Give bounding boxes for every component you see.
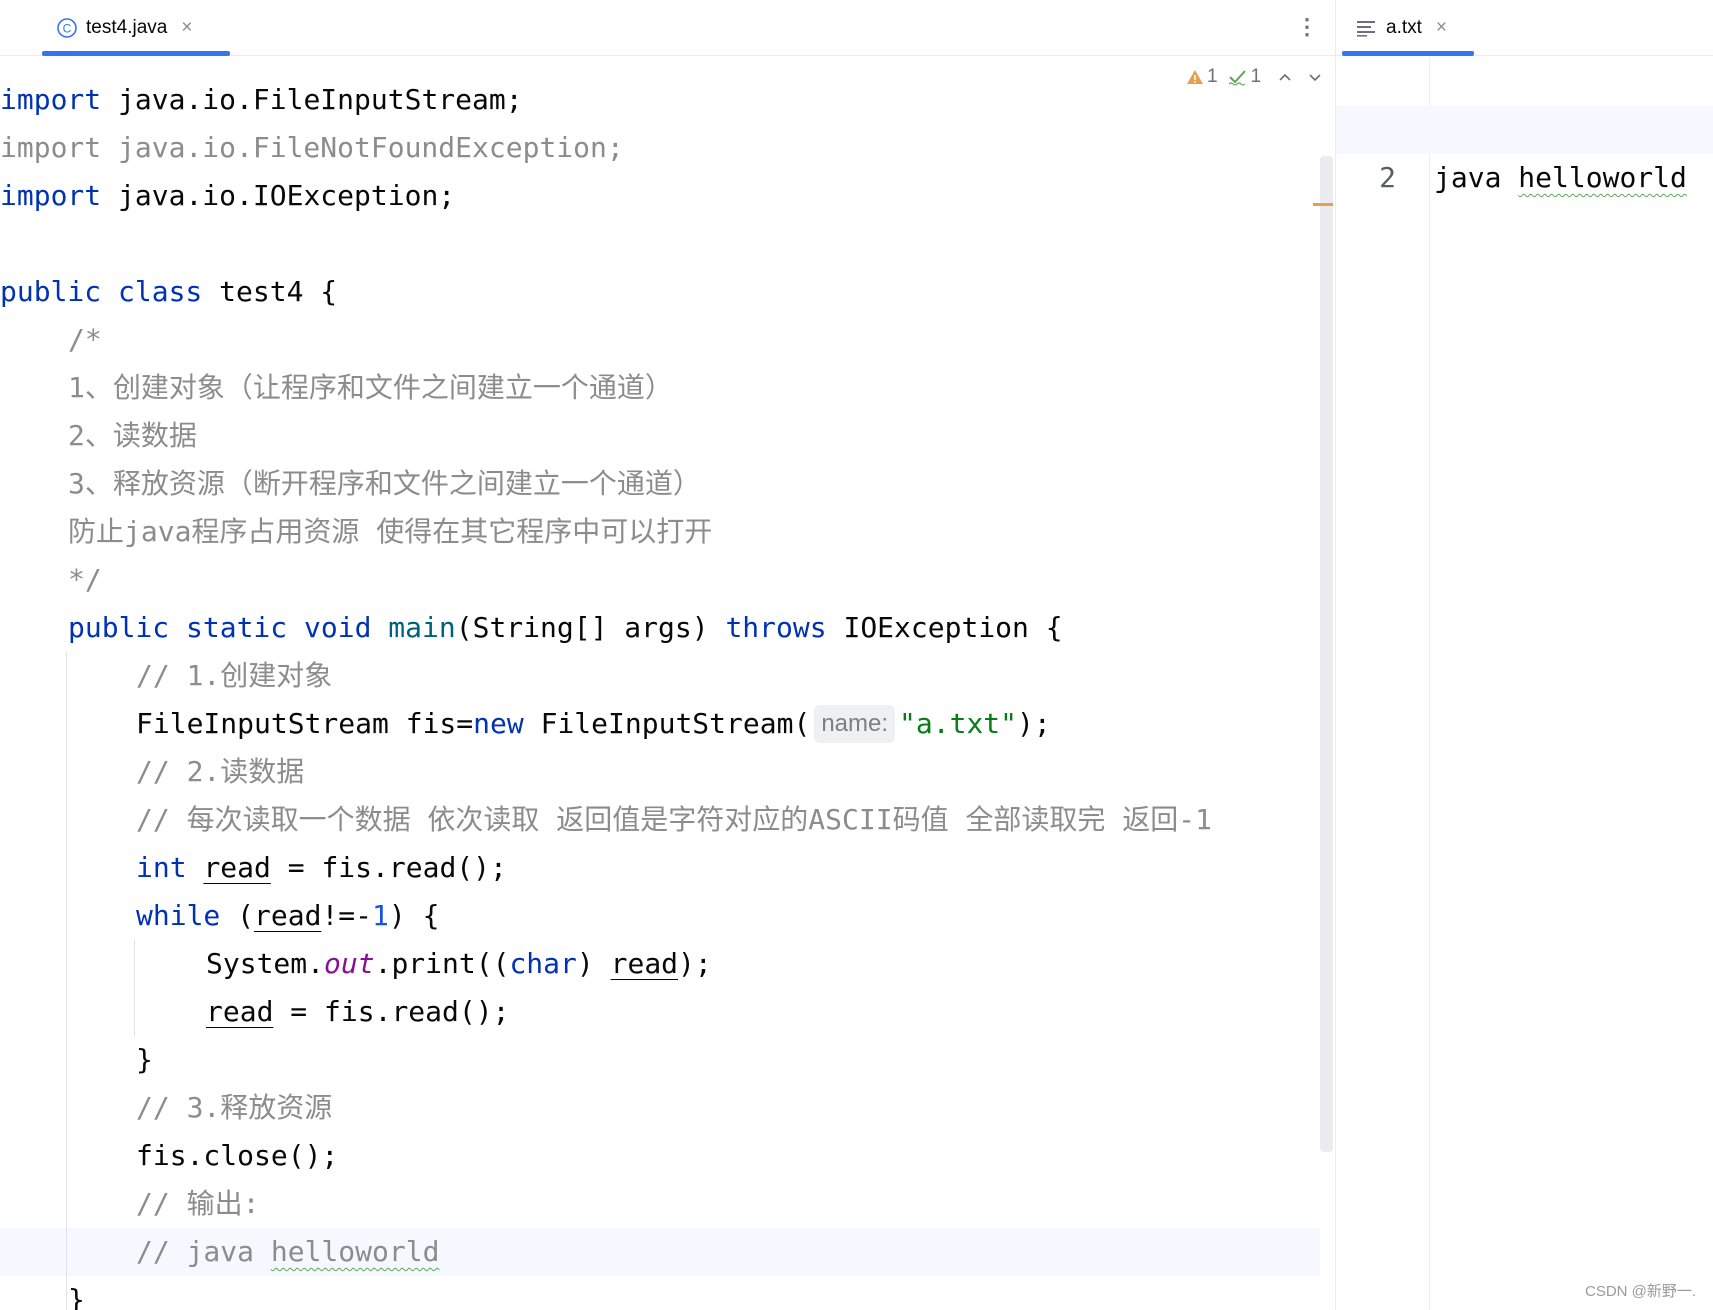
code-line-12[interactable]: public static void main(String[] args) t… [0,604,1335,652]
text-line-2-current[interactable]: 2 [1336,106,1713,194]
code-line-17[interactable]: int read = fis.read(); [0,844,1335,892]
text-line-1[interactable]: 1 java helloworld [1336,58,1713,194]
code-line-1[interactable]: import java.io.FileInputStream; [0,76,1335,124]
svg-text:C: C [63,22,72,36]
code-line-25-current[interactable]: // java helloworld [0,1228,1320,1276]
code-line-18[interactable]: while (read!=-1) { [0,892,1335,940]
code-line-13[interactable]: // 1.创建对象 [0,652,1335,700]
code-line-11[interactable]: */ [0,556,1335,604]
tab-label: a.txt [1386,17,1422,38]
parameter-hint: name: [814,705,896,743]
text-file-icon [1356,19,1376,37]
code-line-6[interactable]: /* [0,316,1335,364]
editor-tab-bar: a.txt × [1336,0,1713,56]
code-line-14[interactable]: FileInputStream fis=new FileInputStream(… [0,700,1335,748]
code-line-26[interactable]: } [0,1276,1335,1310]
watermark: CSDN @新野一. [1585,1283,1697,1300]
text-editor-pane: a.txt × 1 java helloworld 2 [1336,0,1713,1310]
indent-guide [66,652,67,1310]
code-line-23[interactable]: fis.close(); [0,1132,1335,1180]
close-icon[interactable]: × [1436,17,1447,39]
editor-tab-bar: C test4.java × ⋮ [0,0,1335,56]
code-line-21[interactable]: } [0,1036,1335,1084]
java-class-icon: C [56,17,78,39]
code-line-2[interactable]: import java.io.FileNotFoundException; [0,124,1335,172]
close-icon[interactable]: × [181,17,192,39]
tab-a-txt[interactable]: a.txt × [1356,0,1447,56]
more-options-icon[interactable]: ⋮ [1296,12,1318,42]
line-number: 2 [1379,161,1396,194]
tab-label: test4.java [86,17,168,38]
code-line-10[interactable]: 防止java程序占用资源 使得在其它程序中可以打开 [0,508,1335,556]
code-line-15[interactable]: // 2.读数据 [0,748,1335,796]
code-line-8[interactable]: 2、读数据 [0,412,1335,460]
code-line-24[interactable]: // 输出: [0,1180,1335,1228]
code-line-7[interactable]: 1、创建对象（让程序和文件之间建立一个通道） [0,364,1335,412]
code-line-22[interactable]: // 3.释放资源 [0,1084,1335,1132]
active-tab-indicator [42,51,230,56]
code-line-3[interactable]: import java.io.IOException; [0,172,1335,220]
code-line-9[interactable]: 3、释放资源（断开程序和文件之间建立一个通道） [0,460,1335,508]
code-line-19[interactable]: System.out.print((char) read); [0,940,1335,988]
java-editor-pane: C test4.java × ⋮ 1 1 import java.io.File… [0,0,1335,1310]
active-tab-indicator [1342,51,1474,56]
indent-guide [134,940,135,1036]
code-line-5[interactable]: public class test4 { [0,268,1335,316]
code-line-16[interactable]: // 每次读取一个数据 依次读取 返回值是字符对应的ASCII码值 全部读取完 … [0,796,1335,844]
tab-test4-java[interactable]: C test4.java × [56,0,192,56]
code-line-20[interactable]: read = fis.read(); [0,988,1335,1036]
